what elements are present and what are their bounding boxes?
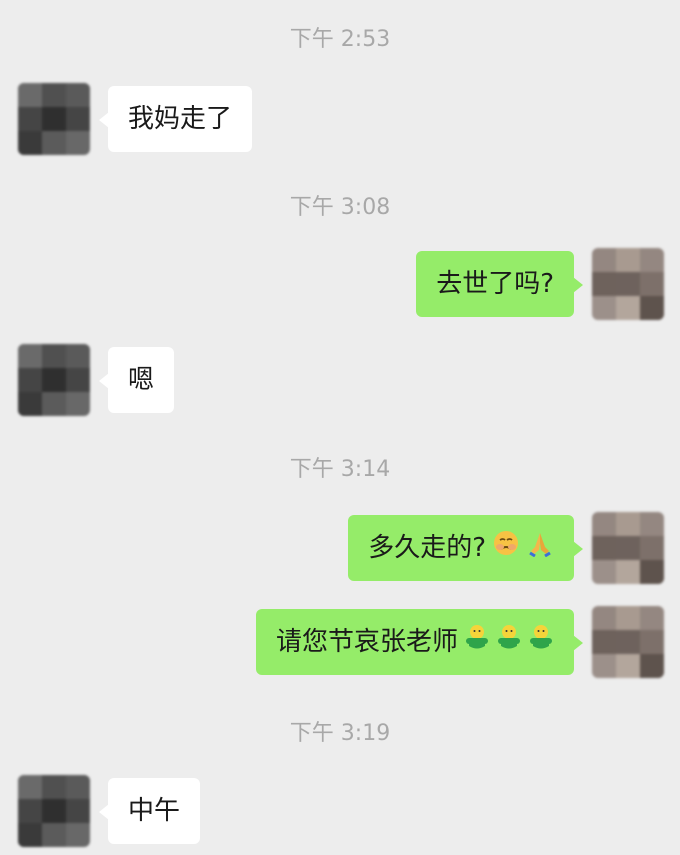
message-bubble-incoming[interactable]: 中午	[98, 778, 201, 844]
message-bubble-outgoing[interactable]: 去世了吗?	[416, 251, 583, 317]
self-avatar[interactable]	[592, 248, 664, 320]
green-figure-icon	[528, 610, 554, 676]
message-row: 嗯	[0, 344, 680, 416]
message-row: 我妈走了	[0, 83, 680, 155]
message-row: 请您节哀张老师	[0, 606, 680, 678]
timestamp: 下午 3:19	[289, 721, 391, 746]
message-text: 多久走的?	[368, 533, 486, 563]
message-row: 中午	[0, 775, 680, 847]
message-bubble-incoming[interactable]: 嗯	[98, 347, 175, 413]
contact-avatar[interactable]	[18, 344, 90, 416]
praying-hands-icon	[526, 516, 554, 582]
message-bubble-outgoing[interactable]: 请您节哀张老师	[255, 609, 584, 676]
message-row: 去世了吗?	[0, 248, 680, 320]
timestamp: 下午 3:08	[289, 195, 391, 220]
contact-avatar[interactable]	[18, 775, 90, 847]
message-row: 多久走的?	[0, 512, 680, 584]
timestamp: 下午 2:53	[289, 27, 391, 52]
timestamp: 下午 3:14	[289, 457, 391, 482]
contact-avatar[interactable]	[18, 83, 90, 155]
green-figure-icon	[496, 610, 522, 676]
message-bubble-incoming[interactable]: 我妈走了	[98, 86, 253, 152]
crying-face-icon	[492, 516, 520, 582]
message-text: 请您节哀张老师	[275, 627, 458, 657]
self-avatar[interactable]	[592, 606, 664, 678]
message-bubble-outgoing[interactable]: 多久走的?	[348, 515, 583, 582]
green-figure-icon	[464, 610, 490, 676]
chat-area[interactable]: 下午 2:53 我妈走了 下午 3:08 去世了吗? 嗯 下午 3:14 多久走…	[0, 0, 680, 855]
self-avatar[interactable]	[592, 512, 664, 584]
